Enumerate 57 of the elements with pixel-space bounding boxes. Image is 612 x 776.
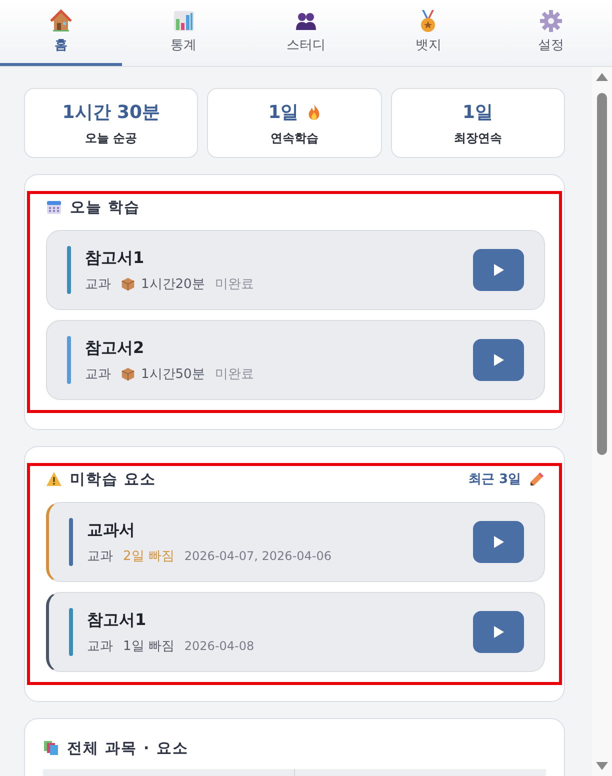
scroll-up-icon[interactable] — [596, 73, 608, 81]
scroll-down-icon[interactable] — [596, 762, 608, 770]
category-label: 교과 — [87, 548, 113, 564]
stat-label: 오늘 순공 — [85, 130, 138, 146]
box-icon — [121, 276, 135, 290]
item-title: 참고서2 — [85, 338, 146, 358]
scrollbar[interactable] — [592, 67, 612, 776]
stat-value: 1일 — [462, 100, 494, 124]
dates-label: 2026-04-08 — [184, 638, 254, 652]
duration-label: 1시간20분 — [141, 276, 205, 292]
item-title: 교과서 — [87, 520, 136, 540]
status-label: 미완료 — [214, 366, 254, 382]
missed-days-label: 1일 빠짐 — [123, 638, 174, 654]
tab[interactable]: 스터디 — [244, 0, 368, 66]
stat-value: 1시간 30분 — [62, 100, 160, 124]
play-button[interactable] — [473, 249, 524, 291]
missed-days-label: 2일 빠짐 — [123, 548, 174, 564]
category-label: 교과 — [87, 638, 113, 654]
play-button[interactable] — [473, 521, 524, 563]
bar-chart-icon — [172, 9, 196, 33]
category-label: 교과 — [85, 366, 111, 382]
missed-item[interactable]: 참고서1 교과 1일 빠짐 2026-04-08 — [46, 592, 545, 672]
play-icon — [492, 264, 504, 276]
play-button[interactable] — [473, 611, 524, 653]
box-icon — [121, 366, 135, 380]
missed-item[interactable]: 교과서 교과 2일 빠짐 2026-04-07, 2026-04-06 — [46, 502, 545, 582]
warning-icon — [46, 471, 62, 487]
item-title: 참고서1 — [85, 248, 146, 268]
calendar-icon — [46, 199, 62, 215]
scrollbar-thumb[interactable] — [597, 93, 607, 455]
stat-value: 1일 — [268, 100, 299, 124]
pencil-icon[interactable] — [529, 471, 545, 487]
status-label: 미완료 — [214, 276, 254, 292]
dates-label: 2026-04-07, 2026-04-06 — [184, 548, 332, 562]
duration-label: 1시간50분 — [141, 366, 205, 382]
play-icon — [492, 626, 504, 638]
fire-icon — [306, 102, 321, 120]
category-label: 교과 — [85, 276, 111, 292]
tab[interactable]: 설정 — [490, 0, 612, 66]
play-button[interactable] — [473, 339, 524, 381]
play-icon — [492, 354, 504, 366]
tab[interactable]: 홈 — [0, 0, 122, 66]
stat-label: 최장연속 — [454, 130, 502, 146]
tab[interactable]: 뱃지 — [367, 0, 490, 66]
filter-link[interactable]: 최근 3일 — [468, 470, 521, 488]
tab[interactable]: 통계 — [122, 0, 245, 66]
study-item[interactable]: 참고서2 교과 1시간50분 미완료 — [46, 320, 545, 400]
play-icon — [492, 536, 504, 548]
house-icon — [49, 9, 74, 33]
item-title: 참고서1 — [87, 610, 148, 630]
settings-icon — [538, 9, 563, 33]
section-title: 전체 과목 · 요소 — [67, 738, 188, 758]
stat-label: 연속학습 — [270, 130, 318, 146]
section-title: 오늘 학습 — [70, 198, 140, 216]
section-title: 미학습 요소 — [70, 470, 156, 488]
study-item[interactable]: 참고서1 교과 1시간20분 미완료 — [46, 230, 545, 310]
books-icon — [43, 740, 59, 756]
